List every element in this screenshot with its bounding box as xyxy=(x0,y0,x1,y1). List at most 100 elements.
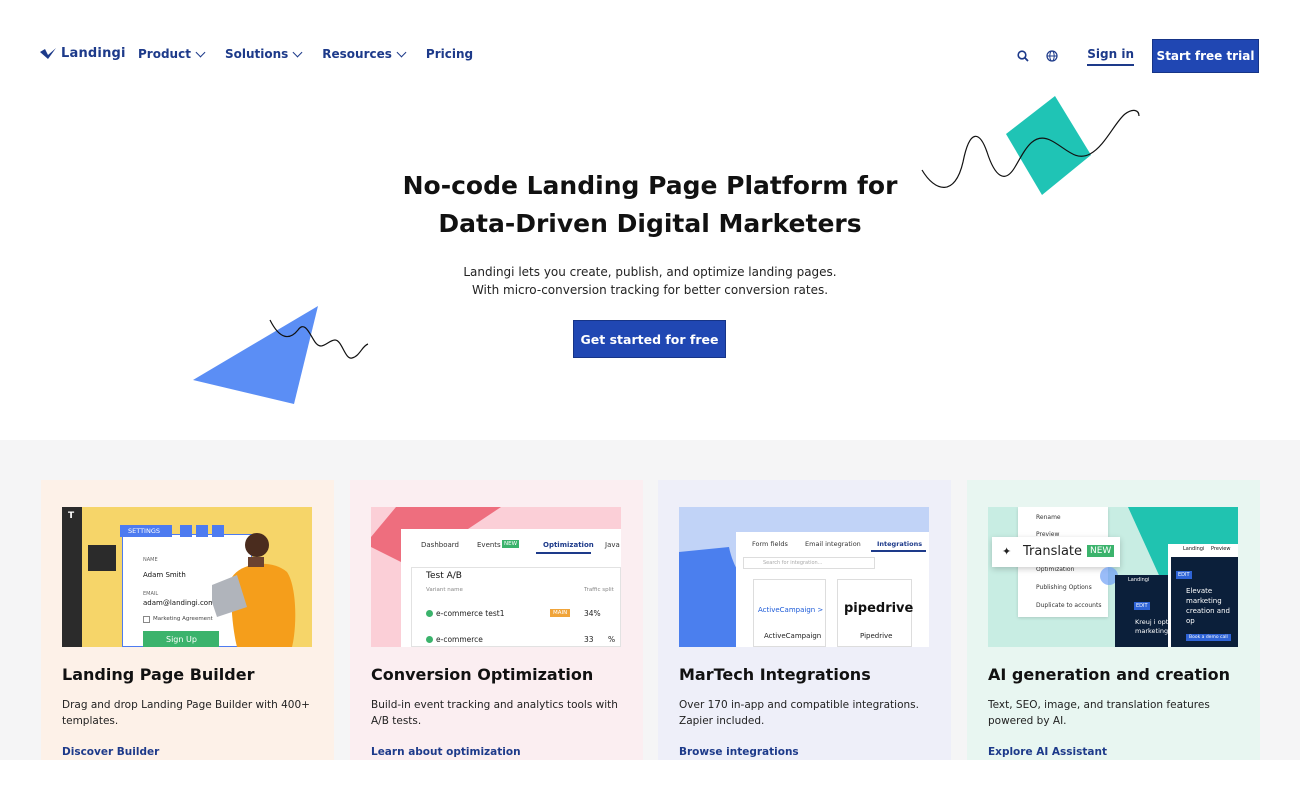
builder-screenshot: T SETTINGS NAME Adam Smith EMAIL adam@la… xyxy=(62,507,312,647)
checkbox-label: Marketing Agreement xyxy=(153,616,213,622)
new-badge: NEW xyxy=(1087,545,1114,557)
chevron-down-icon xyxy=(293,47,303,57)
hero-title-text: for xyxy=(848,171,897,200)
panel-headline: Elevate marketing creation and op xyxy=(1186,586,1238,626)
tab-events: Events xyxy=(477,541,501,549)
person-illustration xyxy=(212,527,312,647)
feature-desc: Build-in event tracking and analytics to… xyxy=(371,697,627,729)
tab-java: Java xyxy=(605,541,620,549)
main-menu: Product Solutions Resources Pricing xyxy=(138,47,473,61)
chevron-down-icon xyxy=(396,47,406,57)
menu-item-product[interactable]: Product xyxy=(138,47,204,61)
menu-item-resources[interactable]: Resources xyxy=(322,47,405,61)
menu-rename: Rename xyxy=(1036,514,1061,521)
menu-item-pricing[interactable]: Pricing xyxy=(426,47,473,61)
email-value: adam@landingi.com xyxy=(143,599,215,607)
pipedrive-logo: pipedrive xyxy=(844,601,913,616)
logo-text: Landingi xyxy=(61,46,126,61)
variant-name: e-commerce xyxy=(436,635,483,644)
preview-dark-panel xyxy=(1115,575,1170,647)
feature-desc: Text, SEO, image, and translation featur… xyxy=(988,697,1244,729)
sparkle-icon: ✦ xyxy=(1002,545,1011,558)
menu-label: Solutions xyxy=(225,47,288,61)
sign-in-link[interactable]: Sign in xyxy=(1087,47,1134,66)
activecampaign-logo: ActiveCampaign > xyxy=(758,606,823,614)
chevron-down-icon xyxy=(196,47,206,57)
col-traffic: Traffic split xyxy=(584,587,614,593)
menu-label: Product xyxy=(138,47,191,61)
tool-icon xyxy=(196,525,208,537)
traffic-split: 34% xyxy=(584,609,601,618)
menu-duplicate: Duplicate to accounts xyxy=(1036,602,1101,609)
features-section: T SETTINGS NAME Adam Smith EMAIL adam@la… xyxy=(0,440,1300,760)
hero-subtitle-line: With micro-conversion tracking for bette… xyxy=(0,281,1300,299)
checkbox-icon xyxy=(143,616,150,623)
tool-icon xyxy=(180,525,192,537)
tab-email-integration: Email integration xyxy=(805,540,861,548)
feature-card-ai[interactable]: Rename Preview Optimization Publishing O… xyxy=(967,480,1260,760)
explore-ai-link[interactable]: Explore AI Assistant xyxy=(988,746,1107,758)
email-label: EMAIL xyxy=(143,591,158,597)
name-label: NAME xyxy=(143,557,158,563)
search-placeholder: Search for integration... xyxy=(763,560,822,566)
integrations-screenshot: Form fields Email integration Integratio… xyxy=(679,507,929,647)
logo[interactable]: Landingi xyxy=(40,46,126,61)
tab-dashboard: Dashboard xyxy=(421,541,459,549)
status-dot xyxy=(426,636,433,643)
hero-title: No-code Landing Page Platform for Data-D… xyxy=(0,167,1300,243)
hero-title-bold: Landing Page Platform xyxy=(527,171,849,200)
active-tab-underline xyxy=(871,550,926,552)
tab-optimization: Optimization xyxy=(543,541,594,549)
hero-title-text: No-code xyxy=(403,171,527,200)
menu-label: Pricing xyxy=(426,47,473,61)
edit-chip: EDIT xyxy=(1176,571,1192,579)
mini-logo: Landingi xyxy=(1128,577,1149,583)
preview-word: Preview xyxy=(1211,546,1230,552)
feature-title: AI generation and creation xyxy=(988,665,1230,684)
traffic-unit: % xyxy=(608,635,615,644)
test-title: Test A/B xyxy=(426,571,462,581)
start-free-trial-button[interactable]: Start free trial xyxy=(1152,39,1259,73)
status-dot xyxy=(426,610,433,617)
builder-toolbar xyxy=(62,507,82,647)
variant-name: e-commerce test1 xyxy=(436,609,504,618)
nav-actions: Sign in Start free trial xyxy=(1013,39,1259,73)
globe-icon[interactable] xyxy=(1042,46,1062,66)
text-tool-icon: T xyxy=(68,511,74,521)
name-value: Adam Smith xyxy=(143,571,186,579)
feature-card-optimization[interactable]: Dashboard Events NEW Optimization Java T… xyxy=(350,480,643,760)
feature-desc: Drag and drop Landing Page Builder with … xyxy=(62,697,318,729)
learn-optimization-link[interactable]: Learn about optimization xyxy=(371,746,521,758)
feature-title: Conversion Optimization xyxy=(371,665,593,684)
logo-icon xyxy=(40,47,57,60)
get-started-button[interactable]: Get started for free xyxy=(573,320,726,358)
feature-card-builder[interactable]: T SETTINGS NAME Adam Smith EMAIL adam@la… xyxy=(41,480,334,760)
edit-chip: EDIT xyxy=(1134,602,1150,610)
main-badge: MAIN xyxy=(550,609,570,617)
signup-label: Sign Up xyxy=(166,635,197,644)
menu-publishing: Publishing Options xyxy=(1036,584,1092,591)
menu-optimization: Optimization xyxy=(1036,566,1074,573)
menu-label: Resources xyxy=(322,47,392,61)
tab-integrations: Integrations xyxy=(877,540,922,548)
menu-item-solutions[interactable]: Solutions xyxy=(225,47,301,61)
hero-title-bold: Digital Marketers xyxy=(617,209,862,238)
traffic-split: 33 xyxy=(584,635,594,644)
discover-builder-link[interactable]: Discover Builder xyxy=(62,746,159,758)
blue-triangle-decoration xyxy=(190,300,375,410)
app-name: ActiveCampaign xyxy=(764,632,821,640)
col-variant: Variant name xyxy=(426,587,463,593)
optimization-screenshot: Dashboard Events NEW Optimization Java T… xyxy=(371,507,621,647)
settings-label: SETTINGS xyxy=(128,527,160,535)
demo-button-mock: Book a demo call xyxy=(1186,634,1231,641)
browse-integrations-link[interactable]: Browse integrations xyxy=(679,746,799,758)
mini-logo: Landingi xyxy=(1183,546,1204,552)
search-icon[interactable] xyxy=(1013,46,1033,66)
feature-desc: Over 170 in-app and compatible integrati… xyxy=(679,697,935,729)
drag-block xyxy=(88,545,116,571)
hero-subtitle: Landingi lets you create, publish, and o… xyxy=(0,263,1300,299)
translate-label: Translate xyxy=(1023,544,1082,559)
feature-title: MarTech Integrations xyxy=(679,665,871,684)
feature-card-integrations[interactable]: Form fields Email integration Integratio… xyxy=(658,480,951,760)
tab-form-fields: Form fields xyxy=(752,540,788,548)
